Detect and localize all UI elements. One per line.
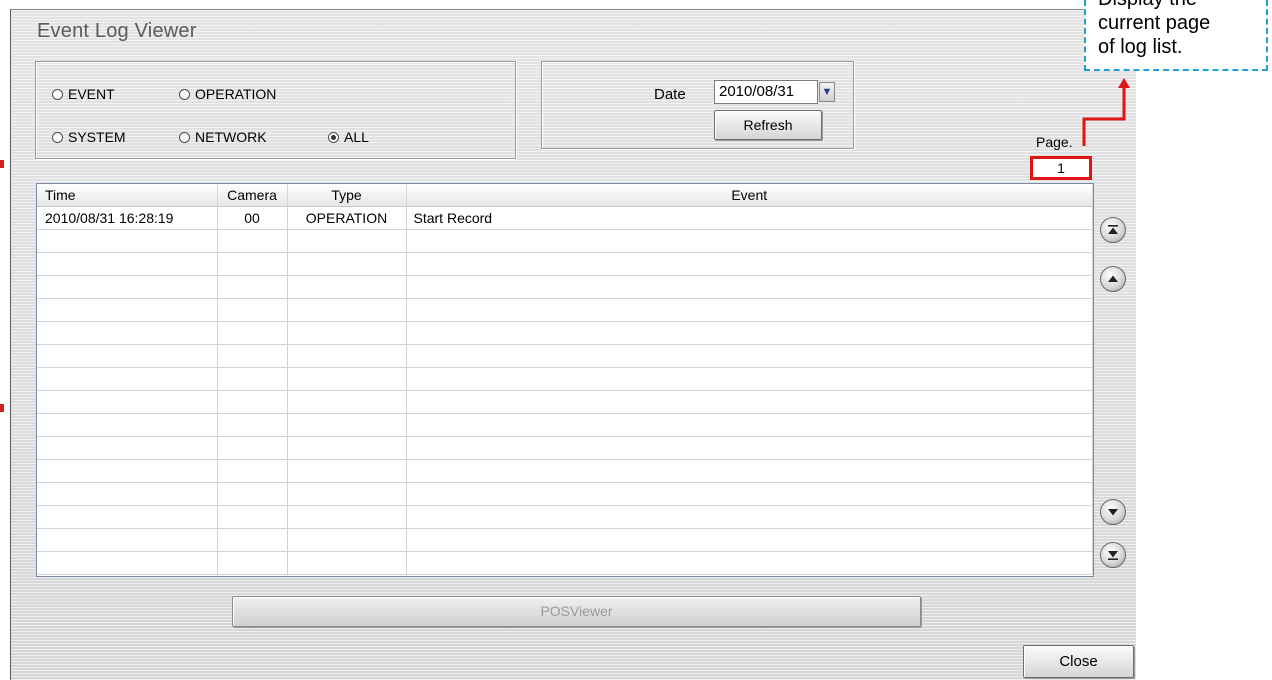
- callout-note: Display the current page of log list.: [1084, 0, 1268, 71]
- callout-arrow: [1082, 78, 1130, 146]
- callout-line: current page: [1098, 12, 1211, 34]
- callout-line: of log list.: [1098, 36, 1183, 58]
- callout-line: Display the: [1098, 0, 1197, 10]
